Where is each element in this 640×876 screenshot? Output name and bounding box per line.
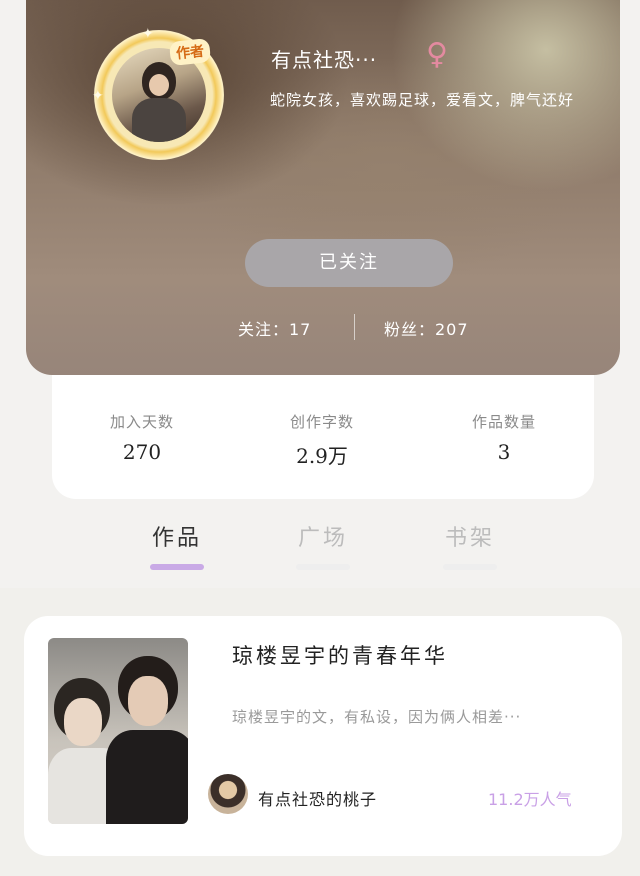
- user-bio: 蛇院女孩，喜欢踢足球，爱看文，脾气还好: [270, 91, 575, 109]
- stat-value: 270: [122, 440, 162, 464]
- profile-header: 作者 ✦ ✦ 有点社恐··· ♀ 蛇院女孩，喜欢踢足球，爱看文，脾气还好 已关注…: [26, 0, 620, 375]
- book-cover[interactable]: [48, 638, 188, 824]
- stat-label: 作品数量: [471, 413, 536, 431]
- tab-indicator: [443, 564, 497, 570]
- book-card[interactable]: 琼楼昱宇的青春年华 琼楼昱宇的文，有私设，因为俩人相差··· 有点社恐的桃子 1…: [24, 616, 622, 856]
- tab-bookshelf[interactable]: 书架: [430, 520, 510, 552]
- tab-indicator-active: [150, 564, 204, 570]
- stat-label: 创作字数: [289, 413, 354, 431]
- stat-label: 加入天数: [109, 413, 174, 431]
- cover-figure: [64, 698, 102, 746]
- author-avatar[interactable]: [208, 774, 248, 814]
- avatar-body: [132, 98, 186, 142]
- popularity-count: 11.2万人气: [488, 790, 572, 809]
- stat-value: 3: [497, 440, 511, 464]
- following-button[interactable]: 已关注: [245, 239, 453, 287]
- following-count[interactable]: 关注：17: [238, 316, 311, 340]
- cover-figure: [106, 730, 188, 824]
- author-name[interactable]: 有点社恐的桃子: [258, 786, 377, 810]
- stat-works-count: 作品数量 3: [434, 411, 574, 464]
- author-badge: 作者: [168, 37, 212, 67]
- user-name: 有点社恐···: [271, 48, 378, 72]
- fans-count[interactable]: 粉丝：207: [384, 316, 469, 340]
- tab-bar: 作品 广场 书架: [0, 520, 640, 576]
- sparkle-icon: ✦: [142, 26, 154, 42]
- sparkle-icon: ✦: [92, 88, 104, 104]
- book-description: 琼楼昱宇的文，有私设，因为俩人相差···: [232, 708, 522, 726]
- stat-join-days: 加入天数 270: [72, 411, 212, 464]
- tab-works[interactable]: 作品: [137, 520, 217, 552]
- avatar-face: [149, 74, 169, 96]
- tab-indicator: [296, 564, 350, 570]
- stat-word-count: 创作字数 2.9万: [252, 411, 392, 469]
- tab-square[interactable]: 广场: [283, 520, 363, 552]
- stats-card: 加入天数 270 创作字数 2.9万 作品数量 3: [52, 375, 594, 499]
- female-gender-icon: ♀: [426, 37, 448, 72]
- stat-divider: [354, 314, 355, 340]
- cover-figure: [128, 676, 168, 726]
- book-title[interactable]: 琼楼昱宇的青春年华: [232, 640, 448, 670]
- avatar[interactable]: 作者 ✦ ✦: [92, 26, 224, 160]
- stat-value: 2.9万: [296, 444, 348, 468]
